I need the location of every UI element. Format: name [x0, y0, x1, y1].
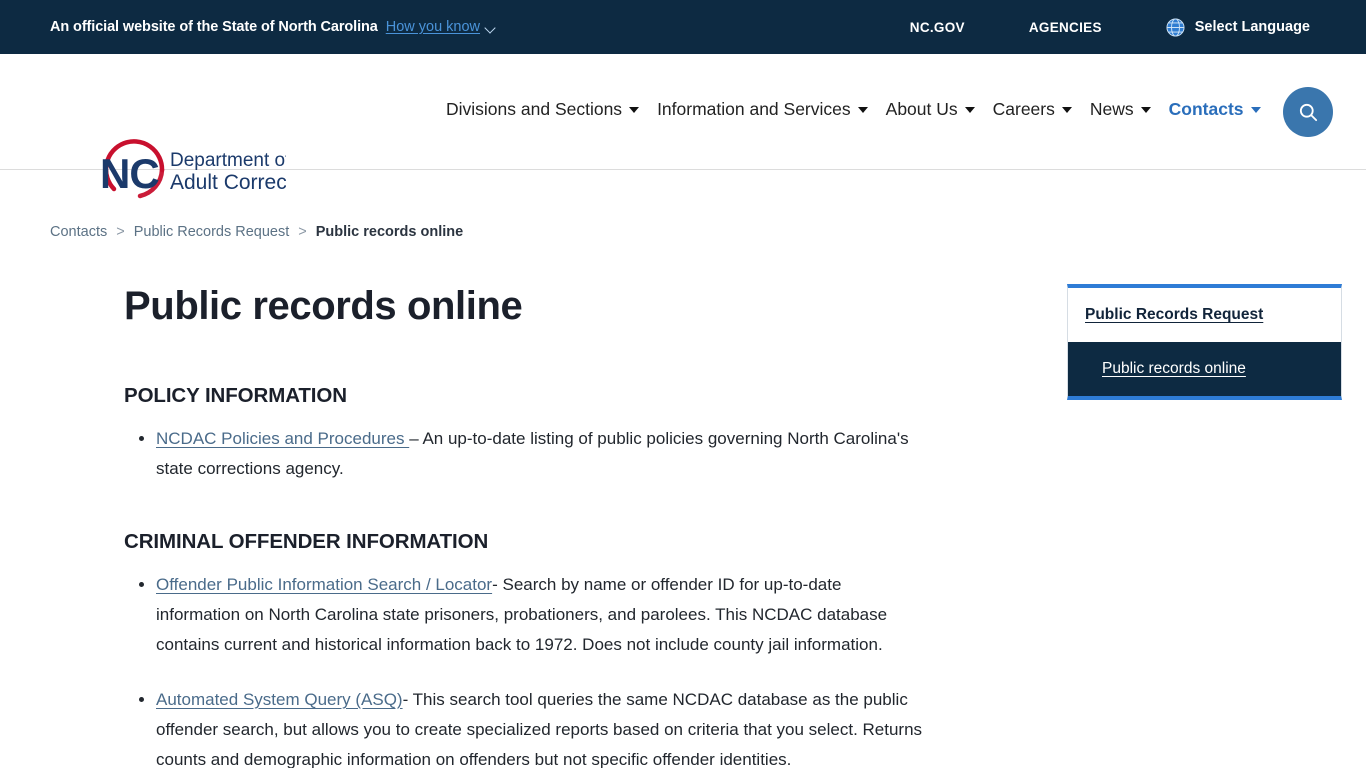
chevron-down-icon	[1251, 107, 1261, 113]
globe-icon	[1166, 18, 1185, 37]
page-wrapper: Public records online POLICY INFORMATION…	[0, 284, 1366, 768]
svg-text:NC: NC	[100, 150, 159, 197]
nav-item-contacts[interactable]: Contacts	[1160, 99, 1270, 120]
svg-text:Adult Correction: Adult Correction	[170, 171, 286, 194]
section-criminal-offender-information: CRIMINAL OFFENDER INFORMATION Offender P…	[124, 530, 924, 768]
breadcrumb-item-public-records-request[interactable]: Public Records Request	[134, 224, 290, 240]
official-site-notice: An official website of the State of Nort…	[50, 19, 378, 35]
nav-item-careers[interactable]: Careers	[984, 99, 1081, 120]
sidebar-item-public-records-request[interactable]: Public Records Request	[1068, 288, 1341, 342]
sidebar-item-public-records-online[interactable]: Public records online	[1068, 342, 1341, 396]
nav-label: Contacts	[1169, 99, 1244, 120]
criminal-offender-information-list: Offender Public Information Search / Loc…	[124, 570, 924, 768]
state-banner-right: NC.GOV AGENCIES Select Language	[878, 18, 1310, 37]
nav-label: Careers	[993, 99, 1055, 120]
link-automated-system-query[interactable]: Automated System Query (ASQ)	[156, 690, 403, 709]
nav-item-divisions-and-sections[interactable]: Divisions and Sections	[437, 99, 648, 120]
agencies-link[interactable]: AGENCIES	[997, 20, 1134, 35]
list-item: Offender Public Information Search / Loc…	[156, 570, 924, 660]
list-item: NCDAC Policies and Procedures – An up-to…	[156, 424, 924, 484]
main-navigation: Divisions and Sections Information and S…	[437, 99, 1270, 120]
how-you-know-label: How you know	[386, 19, 480, 35]
breadcrumb-item-contacts[interactable]: Contacts	[50, 224, 107, 240]
nav-label: About Us	[886, 99, 958, 120]
search-icon	[1297, 101, 1320, 124]
section-heading: CRIMINAL OFFENDER INFORMATION	[124, 530, 924, 554]
main-content: Public records online POLICY INFORMATION…	[124, 284, 924, 768]
section-heading: POLICY INFORMATION	[124, 384, 924, 408]
nav-item-news[interactable]: News	[1081, 99, 1160, 120]
chevron-down-icon	[965, 107, 975, 113]
section-policy-information: POLICY INFORMATION NCDAC Policies and Pr…	[124, 384, 924, 484]
chevron-down-icon	[858, 107, 868, 113]
site-header: NC Department of Adult Correction Divisi…	[0, 54, 1366, 170]
sidebar: Public Records Request Public records on…	[1067, 284, 1342, 400]
sidebar-item-label[interactable]: Public records online	[1102, 360, 1246, 377]
site-logo[interactable]: NC Department of Adult Correction	[74, 132, 286, 202]
breadcrumb-separator: >	[116, 224, 124, 240]
how-you-know-toggle[interactable]: How you know	[386, 19, 497, 35]
policy-information-list: NCDAC Policies and Procedures – An up-to…	[124, 424, 924, 484]
breadcrumb-separator: >	[298, 224, 306, 240]
search-button[interactable]	[1283, 87, 1333, 137]
link-ncdac-policies-and-procedures[interactable]: NCDAC Policies and Procedures	[156, 429, 409, 448]
sidebar-navigation-card: Public Records Request Public records on…	[1067, 284, 1342, 400]
breadcrumb-current-page: Public records online	[316, 224, 463, 240]
nc-gov-link[interactable]: NC.GOV	[878, 20, 997, 35]
list-item: Automated System Query (ASQ)- This searc…	[156, 685, 924, 768]
select-language-button[interactable]: Select Language	[1134, 18, 1310, 37]
nav-item-information-and-services[interactable]: Information and Services	[648, 99, 877, 120]
link-offender-public-information-search-locator[interactable]: Offender Public Information Search / Loc…	[156, 575, 492, 594]
chevron-down-icon	[486, 24, 497, 31]
chevron-down-icon	[1062, 107, 1072, 113]
select-language-label: Select Language	[1195, 19, 1310, 35]
nav-label: Divisions and Sections	[446, 99, 622, 120]
state-banner-left: An official website of the State of Nort…	[50, 19, 497, 35]
state-banner: An official website of the State of Nort…	[0, 0, 1366, 54]
svg-text:Department of: Department of	[170, 150, 286, 171]
nav-label: Information and Services	[657, 99, 851, 120]
chevron-down-icon	[629, 107, 639, 113]
nav-label: News	[1090, 99, 1134, 120]
nav-item-about-us[interactable]: About Us	[877, 99, 984, 120]
chevron-down-icon	[1141, 107, 1151, 113]
page-title: Public records online	[124, 284, 924, 328]
sidebar-item-label[interactable]: Public Records Request	[1085, 306, 1263, 323]
